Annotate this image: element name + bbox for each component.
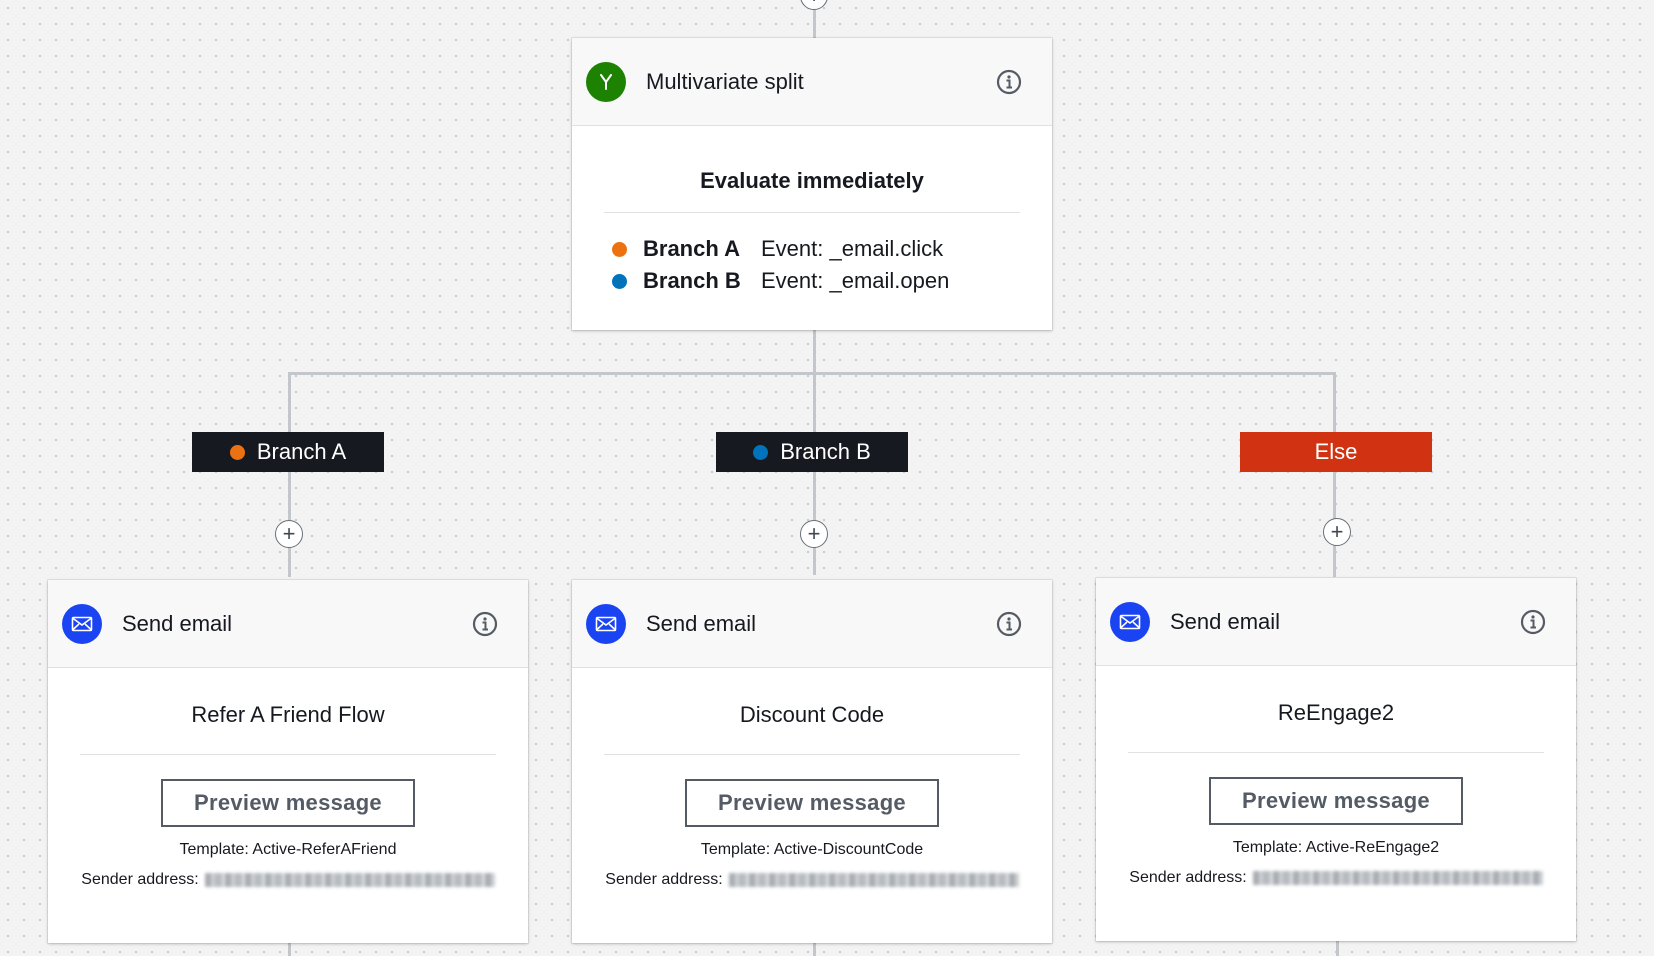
split-evaluation-mode: Evaluate immediately [604, 126, 1020, 213]
branch-b-dot [612, 273, 627, 289]
email-card-header: Send email [48, 580, 528, 668]
branch-label-text: Else [1314, 439, 1358, 464]
redacted-sender-address [728, 873, 1019, 887]
email-campaign-name: ReEngage2 [1128, 666, 1544, 753]
redacted-sender-address [1252, 871, 1543, 885]
add-step-else-plus-icon[interactable]: + [1323, 518, 1351, 546]
branch-label-a: Branch A [192, 432, 384, 472]
split-icon [586, 61, 626, 102]
split-branch-row: Branch B Event: _email.open [604, 265, 1020, 297]
email-title: Send email [122, 610, 233, 636]
email-title: Send email [1170, 608, 1281, 634]
split-card-header: Multivariate split [572, 38, 1052, 126]
email-template: Template: Active-ReferAFriend [179, 841, 397, 858]
multivariate-split-card[interactable]: Multivariate split Evaluate immediately … [572, 38, 1052, 330]
preview-message-button[interactable]: Preview message [1209, 777, 1463, 825]
email-sender: Sender address: [1128, 869, 1544, 887]
send-email-card-else[interactable]: Send email ReEngage2 Preview message Tem… [1096, 578, 1576, 941]
branch-label-text: Branch B [780, 439, 871, 464]
email-template: Template: Active-ReEngage2 [1232, 839, 1440, 856]
preview-message-button[interactable]: Preview message [685, 779, 939, 827]
branch-a-dot [612, 241, 627, 257]
branch-label-else: Else [1240, 432, 1432, 472]
connector-right-bottom [1336, 940, 1339, 956]
info-icon[interactable] [1520, 609, 1546, 635]
preview-message-button[interactable]: Preview message [161, 779, 415, 827]
envelope-icon [1110, 601, 1150, 642]
send-email-card-a[interactable]: Send email Refer A Friend Flow Preview m… [48, 580, 528, 943]
sender-label: Sender address: [605, 871, 723, 888]
branch-event: Event: _email.open [761, 268, 950, 293]
info-icon[interactable] [996, 611, 1022, 637]
branch-name: Branch B [643, 268, 741, 293]
split-branch-list: Branch A Event: _email.click Branch B Ev… [604, 233, 1020, 297]
branch-label-b: Branch B [716, 432, 908, 472]
branch-label-text: Branch A [256, 439, 347, 464]
sender-label: Sender address: [81, 871, 199, 888]
email-template: Template: Active-DiscountCode [700, 841, 924, 858]
email-sender: Sender address: [604, 871, 1020, 889]
info-icon[interactable] [996, 69, 1022, 95]
envelope-icon [586, 603, 626, 644]
email-title: Send email [646, 610, 757, 636]
email-sender: Sender address: [80, 871, 496, 889]
branch-event: Event: _email.click [761, 236, 944, 261]
connector-right [1333, 372, 1336, 577]
redacted-sender-address [204, 873, 495, 887]
info-icon[interactable] [472, 611, 498, 637]
connector-horizontal [288, 372, 1336, 375]
sender-label: Sender address: [1129, 869, 1247, 886]
send-email-card-b[interactable]: Send email Discount Code Preview message… [572, 580, 1052, 943]
envelope-icon [62, 603, 102, 644]
email-campaign-name: Discount Code [604, 668, 1020, 755]
split-branch-row: Branch A Event: _email.click [604, 233, 1020, 265]
add-step-branch-b-plus-icon[interactable]: + [800, 520, 828, 548]
branch-a-dot [229, 444, 245, 460]
branch-name: Branch A [643, 236, 740, 261]
branch-b-dot [753, 444, 769, 460]
email-card-header: Send email [1096, 578, 1576, 666]
email-campaign-name: Refer A Friend Flow [80, 668, 496, 755]
split-title: Multivariate split [646, 68, 804, 94]
email-card-header: Send email [572, 580, 1052, 668]
add-step-branch-a-plus-icon[interactable]: + [275, 520, 303, 548]
add-step-top-plus-icon[interactable]: + [800, 0, 828, 10]
